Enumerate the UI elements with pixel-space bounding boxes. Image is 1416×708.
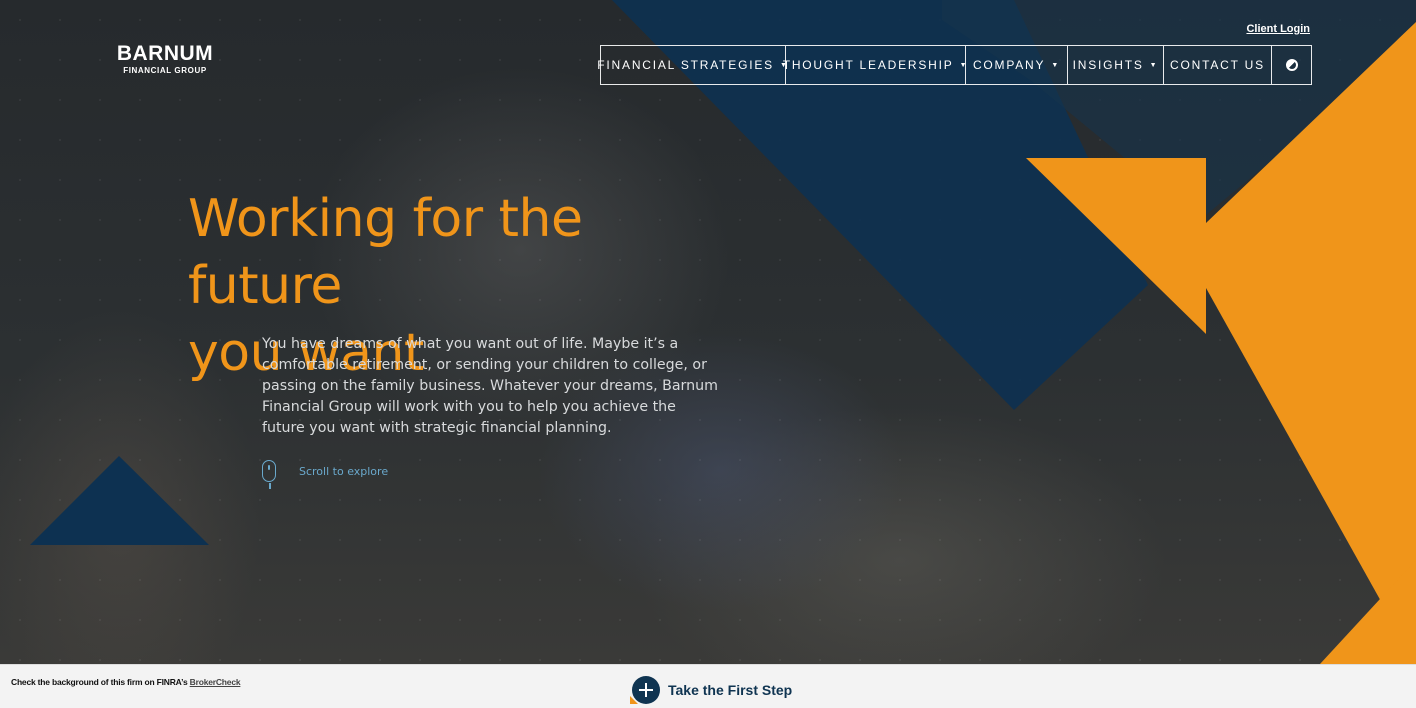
nav-label: CONTACT US [1170, 58, 1265, 72]
nav-label: THOUGHT LEADERSHIP [782, 58, 954, 72]
brokercheck-link[interactable]: BrokerCheck [190, 677, 241, 687]
brand-name: BARNUM [116, 42, 214, 65]
headline-line-1: Working for the future [188, 189, 583, 316]
nav-thought-leadership[interactable]: THOUGHT LEADERSHIP ▼ [782, 46, 967, 84]
nav-company[interactable]: COMPANY ▼ [966, 46, 1068, 84]
client-login-link[interactable]: Client Login [1246, 23, 1310, 35]
chevron-down-icon: ▼ [1149, 61, 1159, 69]
finra-text: Check the background of this firm on FIN… [11, 677, 190, 687]
brand-logo[interactable]: BARNUM FINANCIAL GROUP [112, 42, 218, 75]
nav-label: INSIGHTS [1072, 58, 1144, 72]
footer-bar: Check the background of this firm on FIN… [0, 664, 1416, 708]
navy-triangle-small [30, 456, 209, 545]
finra-notice: Check the background of this firm on FIN… [11, 677, 241, 687]
nav-label: COMPANY [972, 58, 1046, 72]
mouse-icon [262, 460, 276, 489]
search-button[interactable] [1272, 46, 1311, 84]
scroll-to-explore[interactable]: Scroll to explore [262, 460, 389, 489]
nav-label: FINANCIAL STRATEGIES [597, 58, 774, 72]
nav-financial-strategies[interactable]: FINANCIAL STRATEGIES ▼ [597, 46, 787, 84]
nav-insights[interactable]: INSIGHTS ▼ [1068, 46, 1164, 84]
chevron-down-icon: ▼ [1051, 61, 1061, 69]
brand-tagline: FINANCIAL GROUP [123, 66, 207, 75]
main-nav: FINANCIAL STRATEGIES ▼ THOUGHT LEADERSHIP… [597, 45, 1312, 85]
nav-contact-us[interactable]: CONTACT US [1164, 46, 1272, 84]
cta-label: Take the First Step [668, 682, 793, 698]
plus-icon [630, 676, 660, 704]
search-icon [1285, 59, 1298, 71]
take-first-step-button[interactable]: Take the First Step [630, 676, 793, 704]
hero-intro: You have dreams of what you want out of … [262, 336, 718, 436]
scroll-label: Scroll to explore [299, 464, 389, 478]
